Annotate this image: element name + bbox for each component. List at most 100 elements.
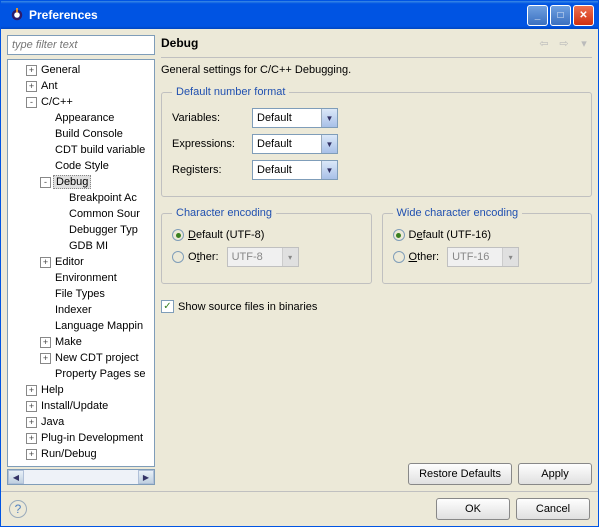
maximize-button[interactable]: □ <box>550 5 571 26</box>
registers-label: Registers: <box>172 164 252 176</box>
scroll-right-button[interactable]: ▶ <box>138 470 154 484</box>
forward-icon[interactable]: ⇨ <box>556 35 572 51</box>
page-title: Debug <box>161 36 536 50</box>
tree-item-label: File Types <box>53 288 107 300</box>
expand-icon[interactable]: - <box>26 97 37 108</box>
restore-defaults-button[interactable]: Restore Defaults <box>408 463 512 485</box>
chevron-down-icon: ▼ <box>321 161 337 179</box>
chevron-down-icon: ▾ <box>502 248 518 266</box>
tree-item[interactable]: Common Sour <box>8 206 154 222</box>
tree-item[interactable]: Debugger Typ <box>8 222 154 238</box>
wenc-default-radio[interactable] <box>393 229 405 241</box>
tree-item[interactable]: GDB MI <box>8 238 154 254</box>
minimize-button[interactable]: _ <box>527 5 548 26</box>
expand-icon[interactable]: + <box>40 337 51 348</box>
preferences-window: Preferences _ □ ✕ +General+Ant-C/C++Appe… <box>0 0 599 527</box>
expand-icon[interactable]: + <box>26 449 37 460</box>
variables-select[interactable]: Default▼ <box>252 108 338 128</box>
help-icon[interactable]: ? <box>9 500 27 518</box>
tree-item-label: Make <box>53 336 84 348</box>
chevron-down-icon: ▼ <box>321 109 337 127</box>
expand-icon[interactable]: + <box>26 385 37 396</box>
tree-item[interactable]: File Types <box>8 286 154 302</box>
expressions-select[interactable]: Default▼ <box>252 134 338 154</box>
expand-icon[interactable]: - <box>40 177 51 188</box>
tree-item-label: Install/Update <box>39 400 110 412</box>
tree-item-label: New CDT project <box>53 352 141 364</box>
tree-item[interactable]: Environment <box>8 270 154 286</box>
chevron-down-icon: ▼ <box>321 135 337 153</box>
preferences-tree[interactable]: +General+Ant-C/C++AppearanceBuild Consol… <box>7 59 155 467</box>
scroll-left-button[interactable]: ◀ <box>8 470 24 484</box>
left-panel: +General+Ant-C/C++AppearanceBuild Consol… <box>7 35 155 485</box>
tree-item[interactable]: +Java <box>8 414 154 430</box>
cancel-button[interactable]: Cancel <box>516 498 590 520</box>
tree-item-label: Editor <box>53 256 86 268</box>
expand-icon[interactable]: + <box>26 65 37 76</box>
wenc-other-radio[interactable] <box>393 251 405 263</box>
char-encoding-legend: Character encoding <box>172 207 276 219</box>
tree-item[interactable]: -C/C++ <box>8 94 154 110</box>
wide-char-encoding-group: Wide character encoding Default (UTF-16)… <box>382 207 593 284</box>
tree-item-label: Property Pages se <box>53 368 148 380</box>
filter-input[interactable] <box>7 35 155 55</box>
tree-horizontal-scrollbar[interactable]: ◀ ▶ <box>7 469 155 485</box>
enc-other-select: UTF-8▾ <box>227 247 299 267</box>
registers-select[interactable]: Default▼ <box>252 160 338 180</box>
right-panel: Debug ⇦ ⇨ ▾ General settings for C/C++ D… <box>161 35 592 485</box>
titlebar: Preferences _ □ ✕ <box>1 1 598 29</box>
tree-item-label: Common Sour <box>67 208 142 220</box>
tree-item[interactable]: Code Style <box>8 158 154 174</box>
enc-default-radio[interactable] <box>172 229 184 241</box>
tree-item-label: Indexer <box>53 304 94 316</box>
tree-item-label: C/C++ <box>39 96 75 108</box>
tree-item[interactable]: CDT build variable <box>8 142 154 158</box>
tree-item-label: Language Mappin <box>53 320 145 332</box>
tree-item[interactable]: Breakpoint Ac <box>8 190 154 206</box>
tree-item[interactable]: +Editor <box>8 254 154 270</box>
apply-button[interactable]: Apply <box>518 463 592 485</box>
tree-item[interactable]: Appearance <box>8 110 154 126</box>
expressions-label: Expressions: <box>172 138 252 150</box>
close-button[interactable]: ✕ <box>573 5 594 26</box>
enc-other-radio[interactable] <box>172 251 184 263</box>
tree-item-label: Ant <box>39 80 60 92</box>
number-format-legend: Default number format <box>172 86 289 98</box>
tree-item[interactable]: +Make <box>8 334 154 350</box>
tree-item-label: Run/Debug <box>39 448 99 460</box>
expand-icon[interactable]: + <box>40 257 51 268</box>
tree-item[interactable]: +Install/Update <box>8 398 154 414</box>
expand-icon[interactable]: + <box>26 401 37 412</box>
tree-item-label: Java <box>39 416 66 428</box>
tree-item[interactable]: Indexer <box>8 302 154 318</box>
tree-item[interactable]: -Debug <box>8 174 154 190</box>
scroll-track[interactable] <box>24 470 138 484</box>
show-source-label: Show source files in binaries <box>178 301 317 313</box>
expand-icon[interactable]: + <box>26 417 37 428</box>
expand-icon[interactable]: + <box>26 81 37 92</box>
tree-item[interactable]: +Run/Debug <box>8 446 154 462</box>
tree-item[interactable]: Language Mappin <box>8 318 154 334</box>
app-icon <box>9 7 25 23</box>
number-format-group: Default number format Variables: Default… <box>161 86 592 197</box>
tree-item[interactable]: +Ant <box>8 78 154 94</box>
tree-item[interactable]: +Help <box>8 382 154 398</box>
tree-item[interactable]: +Plug-in Development <box>8 430 154 446</box>
show-source-checkbox[interactable]: ✓ <box>161 300 174 313</box>
tree-item[interactable]: Build Console <box>8 126 154 142</box>
tree-item[interactable]: +General <box>8 62 154 78</box>
ok-button[interactable]: OK <box>436 498 510 520</box>
page-description: General settings for C/C++ Debugging. <box>161 64 592 76</box>
window-title: Preferences <box>29 8 527 22</box>
menu-dropdown-icon[interactable]: ▾ <box>576 35 592 51</box>
tree-item[interactable]: Property Pages se <box>8 366 154 382</box>
tree-item-label: General <box>39 64 82 76</box>
tree-item[interactable]: +New CDT project <box>8 350 154 366</box>
footer: ? OK Cancel <box>1 491 598 526</box>
back-icon[interactable]: ⇦ <box>536 35 552 51</box>
expand-icon[interactable]: + <box>26 433 37 444</box>
char-encoding-group: Character encoding Default (UTF-8) Other… <box>161 207 372 284</box>
expand-icon[interactable]: + <box>40 353 51 364</box>
chevron-down-icon: ▾ <box>282 248 298 266</box>
wenc-other-select: UTF-16▾ <box>447 247 519 267</box>
